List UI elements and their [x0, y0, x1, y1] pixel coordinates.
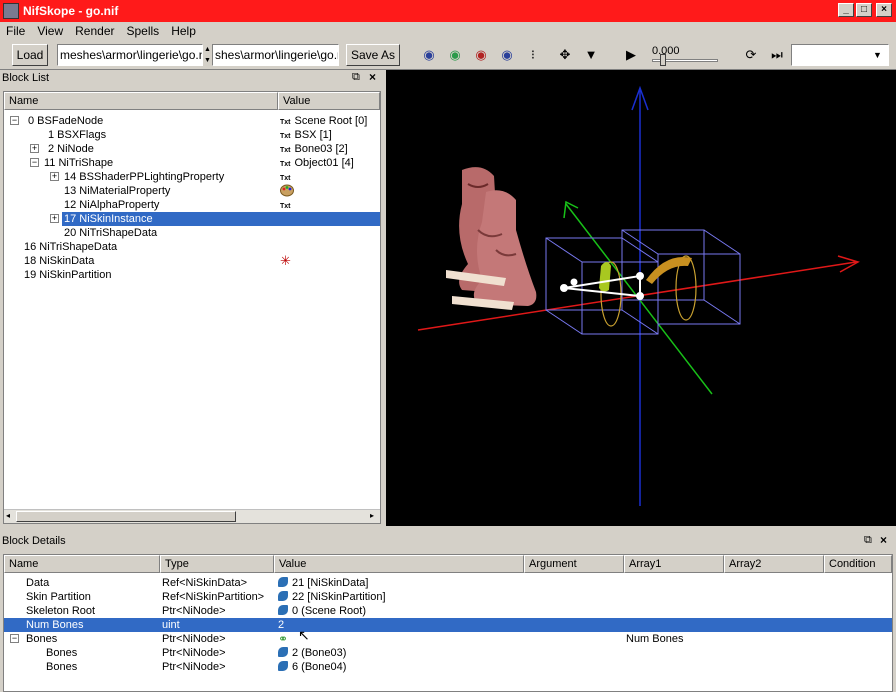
- tree-row[interactable]: + 2 NiNode Txt Bone03 [2]: [4, 142, 380, 156]
- tree-row[interactable]: + 14 BSShaderPPLightingProperty Txt: [4, 170, 380, 184]
- expand-icon[interactable]: +: [50, 214, 59, 223]
- boots-model: [446, 167, 537, 310]
- table-row[interactable]: Skin Partition Ref<NiSkinPartition> 22 […: [4, 590, 892, 604]
- column-condition[interactable]: Condition: [824, 555, 892, 573]
- table-row[interactable]: Data Ref<NiSkinData> 21 [NiSkinData]: [4, 576, 892, 590]
- block-list-title: Block List: [2, 72, 50, 84]
- scroll-thumb[interactable]: [16, 511, 236, 522]
- details-table: Name Type Value Argument Array1 Array2 C…: [3, 554, 893, 692]
- horizontal-scrollbar[interactable]: ◂ ▸: [4, 509, 380, 523]
- play-icon[interactable]: ▶: [622, 48, 640, 62]
- table-row-selected[interactable]: Num Bones uint 2: [4, 618, 892, 632]
- scroll-left-icon[interactable]: ◂: [6, 511, 10, 520]
- ptr-link-icon: [278, 647, 288, 657]
- table-row[interactable]: − Bones Ptr<NiNode> ⚭ Num Bones: [4, 632, 892, 646]
- tree-row[interactable]: 13 NiMaterialProperty: [4, 184, 380, 198]
- chevron-down-icon[interactable]: ▼: [873, 50, 882, 60]
- tree-row[interactable]: − 11 NiTriShape Txt Object01 [4]: [4, 156, 380, 170]
- close-panel-icon[interactable]: ×: [369, 70, 376, 84]
- load-button[interactable]: Load: [12, 44, 48, 66]
- array-link-icon: ⚭: [278, 632, 289, 646]
- view-user-icon[interactable]: ◉: [498, 48, 516, 62]
- block-details-title: Block Details: [2, 535, 66, 547]
- switch-icon[interactable]: ⏭: [768, 48, 786, 62]
- close-button[interactable]: ×: [876, 3, 892, 17]
- render-viewport[interactable]: [386, 70, 896, 526]
- collapse-icon[interactable]: −: [10, 116, 19, 125]
- maximize-button[interactable]: □: [856, 3, 872, 17]
- float-icon[interactable]: ⧉: [864, 534, 872, 547]
- column-argument[interactable]: Argument: [524, 555, 624, 573]
- menu-render[interactable]: Render: [69, 24, 120, 38]
- menu-file[interactable]: File: [0, 24, 31, 38]
- load-path-input[interactable]: meshes\armor\lingerie\go.nif: [57, 44, 203, 66]
- column-name[interactable]: Name: [4, 555, 160, 573]
- collapse-icon[interactable]: −: [30, 158, 39, 167]
- view-front-icon[interactable]: ◉: [446, 48, 464, 62]
- mouse-cursor-icon: ↖: [298, 627, 310, 643]
- column-value[interactable]: Value: [274, 555, 524, 573]
- close-panel-icon[interactable]: ×: [880, 533, 887, 547]
- app-icon: [3, 3, 19, 19]
- column-array2[interactable]: Array2: [724, 555, 824, 573]
- move-icon[interactable]: ✥: [556, 48, 574, 62]
- column-name[interactable]: Name: [4, 92, 278, 110]
- table-row[interactable]: Skeleton Root Ptr<NiNode> 0 (Scene Root): [4, 604, 892, 618]
- skin-data-icon: ✳: [280, 253, 291, 268]
- tree-row[interactable]: 18 NiSkinData ✳: [4, 254, 380, 268]
- collapse-icon[interactable]: −: [10, 634, 19, 643]
- menu-view[interactable]: View: [31, 24, 69, 38]
- menu-bar: File View Render Spells Help: [0, 22, 896, 40]
- table-row[interactable]: Bones Ptr<NiNode> 6 (Bone04): [4, 660, 892, 674]
- tree-row[interactable]: − 0 BSFadeNode Txt Scene Root [0]: [4, 114, 380, 128]
- block-tree: Name Value − 0 BSFadeNode Txt Scene Root …: [3, 91, 381, 524]
- tree-row[interactable]: 1 BSXFlags Txt BSX [1]: [4, 128, 380, 142]
- walk-icon[interactable]: ⁝: [524, 48, 542, 62]
- toolbar: Load meshes\armor\lingerie\go.nif ▲ ▼ she…: [0, 40, 896, 70]
- ref-link-icon: [278, 577, 288, 587]
- column-type[interactable]: Type: [160, 555, 274, 573]
- column-array1[interactable]: Array1: [624, 555, 724, 573]
- tree-row[interactable]: 19 NiSkinPartition: [4, 268, 380, 282]
- path-spinner[interactable]: ▲ ▼: [204, 44, 211, 66]
- title-bar: NifSkope - go.nif _ □ ×: [0, 0, 896, 22]
- table-row[interactable]: Bones Ptr<NiNode> 2 (Bone03): [4, 646, 892, 660]
- tree-row-selected[interactable]: 17 NiSkinInstance: [62, 212, 380, 226]
- window-title: NifSkope - go.nif: [23, 4, 119, 18]
- menu-help[interactable]: Help: [165, 24, 202, 38]
- tree-row[interactable]: 12 NiAlphaProperty Txt: [4, 198, 380, 212]
- expand-icon[interactable]: +: [50, 172, 59, 181]
- save-as-button[interactable]: Save As: [346, 44, 400, 66]
- block-details-panel: Block Details ⧉ × Name Type Value Argume…: [0, 533, 896, 692]
- time-slider-handle[interactable]: [660, 54, 666, 66]
- dropdown-view-icon[interactable]: ▼: [582, 48, 600, 62]
- float-icon[interactable]: ⧉: [352, 71, 360, 84]
- save-path-input[interactable]: shes\armor\lingerie\go.nif: [212, 44, 339, 66]
- minimize-button[interactable]: _: [838, 3, 854, 17]
- scroll-right-icon[interactable]: ▸: [370, 511, 374, 520]
- menu-spells[interactable]: Spells: [121, 24, 166, 38]
- tree-row[interactable]: 20 NiTriShapeData: [4, 226, 380, 240]
- block-list-panel: Block List ⧉ × Name Value − 0 BSFadeNode…: [0, 70, 384, 526]
- ptr-link-icon: [278, 605, 288, 615]
- ref-link-icon: [278, 591, 288, 601]
- view-top-icon[interactable]: ◉: [420, 48, 438, 62]
- ptr-link-icon: [278, 661, 288, 671]
- tree-row[interactable]: 16 NiTriShapeData: [4, 240, 380, 254]
- loop-icon[interactable]: ⟳: [742, 48, 760, 62]
- expand-icon[interactable]: +: [30, 144, 39, 153]
- view-side-icon[interactable]: ◉: [472, 48, 490, 62]
- column-value[interactable]: Value: [278, 92, 380, 110]
- scene-render: [417, 85, 860, 506]
